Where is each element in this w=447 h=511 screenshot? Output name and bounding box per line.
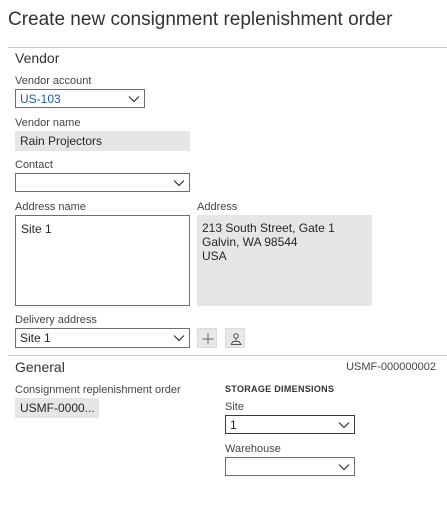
storage-dimensions-heading: STORAGE DIMENSIONS <box>225 384 335 394</box>
add-address-button[interactable] <box>197 328 217 348</box>
page-title: Create new consignment replenishment ord… <box>8 9 393 30</box>
vendor-account-label: Vendor account <box>15 75 92 87</box>
address-label: Address <box>197 201 238 213</box>
warehouse-label: Warehouse <box>225 443 281 455</box>
delivery-address-dropdown[interactable]: Site 1 <box>15 328 190 348</box>
section-divider <box>8 355 447 356</box>
chevron-down-icon <box>338 422 350 429</box>
consignment-order-field: USMF-0000... <box>15 398 99 418</box>
delivery-address-value: Site 1 <box>20 331 51 345</box>
address-line: 213 South Street, Gate 1 <box>202 221 335 235</box>
address-line: Galvin, WA 98544 <box>202 235 298 249</box>
chevron-down-icon <box>173 335 185 342</box>
site-label: Site <box>225 401 244 413</box>
site-value: 1 <box>230 418 237 432</box>
map-location-button[interactable] <box>225 328 245 348</box>
vendor-name-label: Vendor name <box>15 117 81 129</box>
address-field: 213 South Street, Gate 1 Galvin, WA 9854… <box>197 215 372 306</box>
address-name-label: Address name <box>15 201 86 213</box>
chevron-down-icon <box>128 96 140 103</box>
order-id-summary: USMF-000000002 <box>346 361 436 373</box>
vendor-account-dropdown[interactable]: US-103 <box>15 89 145 108</box>
delivery-address-label: Delivery address <box>15 314 97 326</box>
vendor-name-field: Rain Projectors <box>15 131 190 151</box>
contact-dropdown[interactable] <box>15 173 190 192</box>
address-line: USA <box>202 249 227 263</box>
chevron-down-icon <box>338 464 350 471</box>
contact-label: Contact <box>15 159 53 171</box>
section-divider <box>8 47 447 48</box>
address-name-input[interactable]: Site 1 <box>15 215 190 306</box>
general-section-header[interactable]: General <box>15 359 65 375</box>
map-pin-icon <box>230 333 242 345</box>
consignment-order-label: Consignment replenishment order <box>15 384 181 396</box>
vendor-section-header[interactable]: Vendor <box>15 50 59 66</box>
plus-icon <box>202 333 214 345</box>
chevron-down-icon <box>173 180 185 187</box>
vendor-account-value: US-103 <box>20 92 61 106</box>
site-dropdown[interactable]: 1 <box>225 415 355 434</box>
warehouse-dropdown[interactable] <box>225 457 355 476</box>
